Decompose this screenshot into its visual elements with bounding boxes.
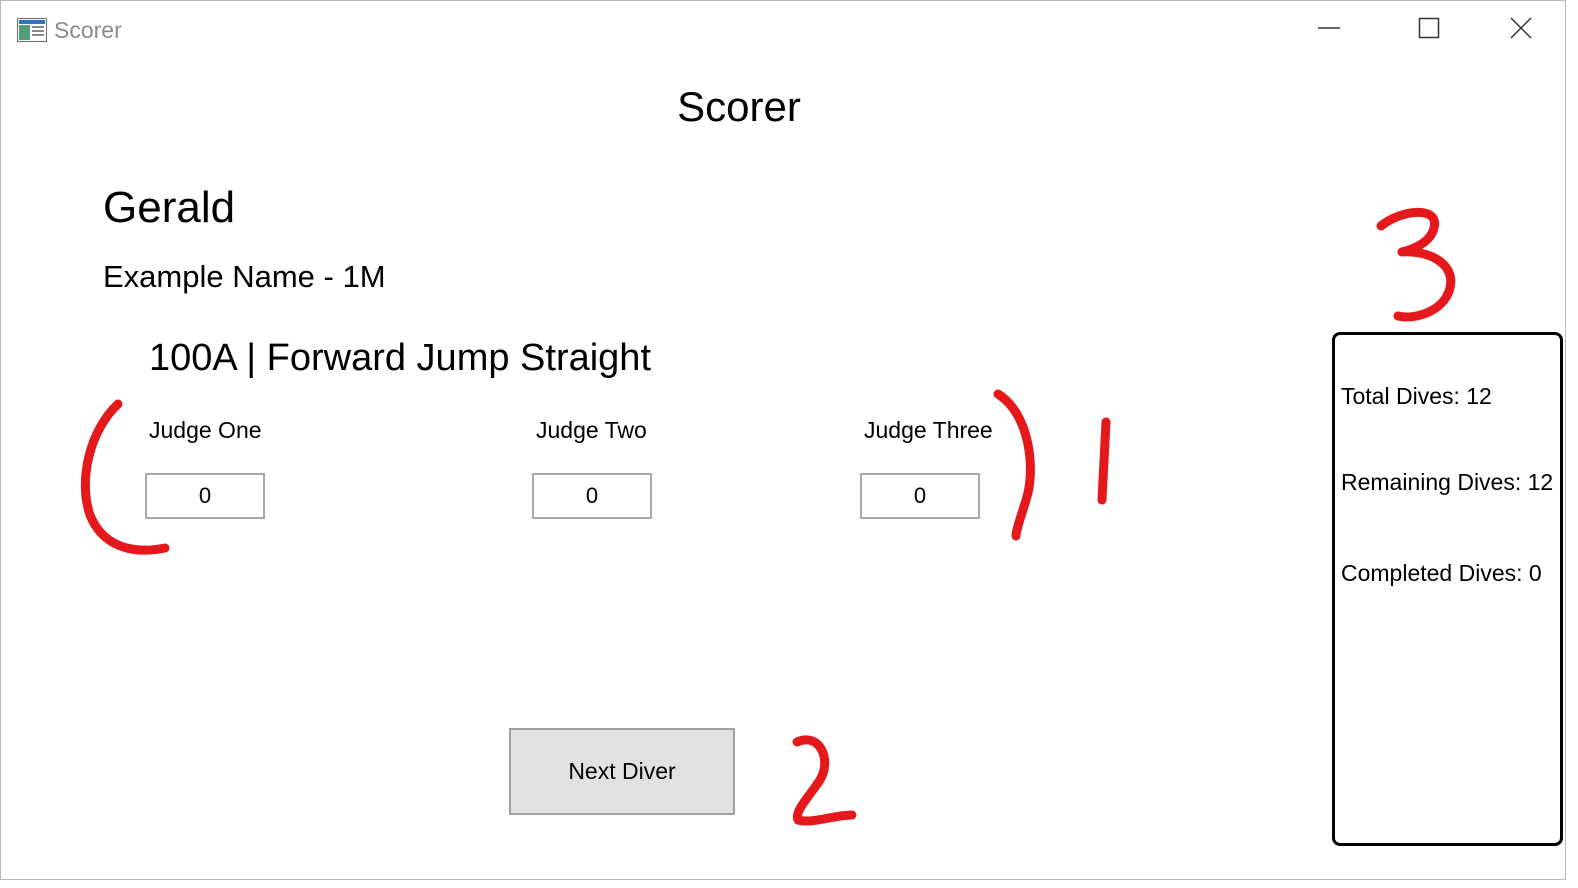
- close-button[interactable]: [1491, 9, 1551, 51]
- window-title: Scorer: [54, 17, 122, 43]
- maximize-button[interactable]: [1399, 9, 1459, 51]
- next-diver-button[interactable]: Next Diver: [509, 728, 735, 815]
- judge-three-label: Judge Three: [864, 417, 993, 443]
- judge-one-score-input[interactable]: [145, 473, 265, 519]
- judge-two-label: Judge Two: [536, 417, 647, 443]
- close-icon: [1510, 16, 1532, 44]
- app-window-icon: [17, 18, 47, 42]
- remaining-dives-text: Remaining Dives: 12: [1341, 469, 1554, 495]
- event-name: Example Name - 1M: [103, 259, 386, 294]
- minimize-icon: [1317, 16, 1341, 45]
- maximize-icon: [1418, 17, 1440, 44]
- total-dives-text: Total Dives: 12: [1341, 383, 1492, 409]
- dive-stats-panel: Total Dives: 12 Remaining Dives: 12 Comp…: [1332, 332, 1563, 846]
- judge-three-score-input[interactable]: [860, 473, 980, 519]
- judge-two-score-input[interactable]: [532, 473, 652, 519]
- page-heading: Scorer: [677, 83, 801, 130]
- completed-dives-text: Completed Dives: 0: [1341, 560, 1542, 586]
- dive-description: 100A | Forward Jump Straight: [149, 337, 651, 379]
- judge-one-label: Judge One: [149, 417, 262, 443]
- title-bar[interactable]: Scorer: [1, 1, 1565, 59]
- app-window: Scorer Scorer Gerald Example Name - 1M 1…: [0, 0, 1566, 880]
- minimize-button[interactable]: [1299, 9, 1359, 51]
- diver-name: Gerald: [103, 183, 236, 232]
